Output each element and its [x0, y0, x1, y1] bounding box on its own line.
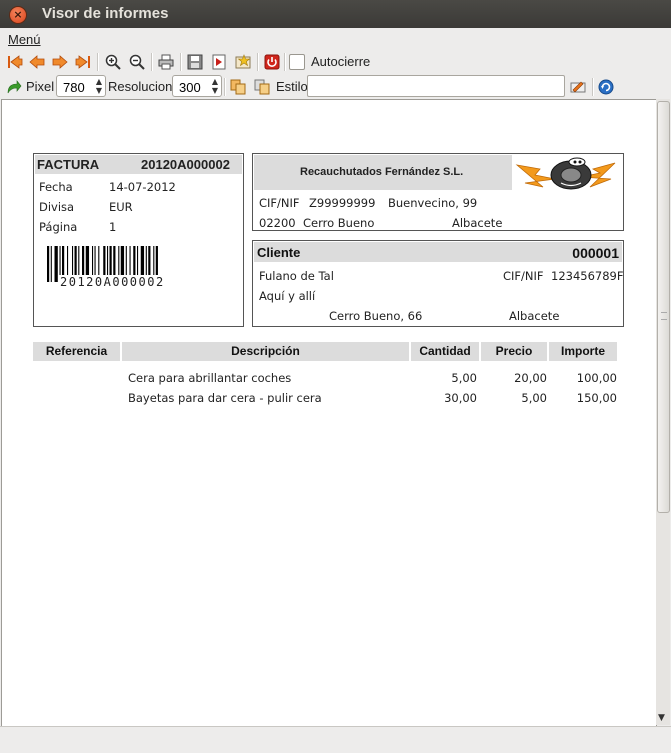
resolucion-spinner[interactable]: ▲▼	[172, 75, 222, 97]
items-table-header: Referencia Descripción Cantidad Precio I…	[33, 342, 621, 361]
cell-cantidad: 5,00	[451, 371, 477, 385]
save-icon[interactable]	[186, 53, 204, 71]
company-name-header: Recauchutados Fernández S.L.	[254, 155, 512, 190]
reload-icon[interactable]	[597, 78, 615, 96]
spinner-arrows-icon[interactable]: ▲ ▼	[212, 77, 218, 95]
cell-precio: 20,00	[514, 371, 547, 385]
client-code: 000001	[572, 245, 619, 261]
column-header-referencia: Referencia	[33, 342, 120, 361]
table-row: Bayetas para dar cera - pulir cera 30,00…	[33, 391, 621, 409]
toolbar-separator	[592, 78, 594, 96]
client-box: Cliente 000001 Fulano de Tal CIF/NIF 123…	[252, 240, 624, 327]
column-header-cantidad: Cantidad	[411, 342, 479, 361]
client-province: Albacete	[509, 309, 560, 323]
settings-toolbar: Pixel ▲▼ Resolucion ▲▼ Estilo	[0, 74, 671, 100]
column-header-precio: Precio	[481, 342, 547, 361]
client-name: Fulano de Tal	[259, 269, 334, 283]
invoice-field-label: Fecha	[39, 180, 73, 194]
menu-item-menu[interactable]: Menú	[8, 32, 41, 47]
autocierre-label: Autocierre	[311, 54, 371, 69]
spinner-arrows-icon[interactable]: ▲ ▼	[96, 77, 102, 95]
refresh-arrow-icon[interactable]	[5, 78, 23, 96]
company-cif: Z99999999	[309, 196, 376, 210]
toolbar-separator	[151, 53, 153, 71]
invoice-field-value: 1	[109, 220, 117, 234]
client-address: Aquí y allí	[259, 289, 316, 303]
estilo-input[interactable]	[307, 75, 565, 97]
barcode-text: 20120A000002	[58, 275, 167, 289]
status-bar	[0, 726, 671, 753]
estilo-label: Estilo	[276, 79, 308, 94]
title-bar: × Visor de informes	[0, 0, 671, 28]
edit-style-icon[interactable]	[569, 78, 587, 96]
column-header-importe: Importe	[549, 342, 617, 361]
company-city: Cerro Bueno	[303, 216, 375, 230]
client-header: Cliente 000001	[254, 242, 622, 262]
first-page-icon[interactable]	[6, 53, 24, 71]
company-box: Recauchutados Fernández S.L. CIF/NIF Z99…	[252, 153, 624, 231]
toolbar-separator	[180, 53, 182, 71]
company-province: Albacete	[452, 216, 503, 230]
client-title: Cliente	[257, 245, 301, 260]
export-pdf-icon[interactable]	[210, 53, 228, 71]
company-logo-tire-icon	[515, 157, 616, 190]
cell-importe: 100,00	[576, 371, 617, 385]
client-city: Cerro Bueno, 66	[329, 309, 423, 323]
invoice-field-value: EUR	[109, 200, 133, 214]
toolbar-separator	[97, 53, 99, 71]
navigation-toolbar: Autocierre	[0, 50, 671, 74]
last-page-icon[interactable]	[74, 53, 92, 71]
invoice-field-label: Divisa	[39, 200, 75, 214]
column-header-descripcion: Descripción	[122, 342, 409, 361]
cell-descripcion: Bayetas para dar cera - pulir cera	[128, 391, 322, 405]
window-title: Visor de informes	[42, 5, 169, 22]
client-cif-label: CIF/NIF	[503, 269, 544, 283]
bookmark-star-icon[interactable]	[234, 53, 252, 71]
cell-precio: 5,00	[521, 391, 547, 405]
scrollbar-thumb[interactable]	[657, 101, 670, 513]
autocierre-checkbox[interactable]	[289, 54, 305, 70]
company-cif-label: CIF/NIF	[259, 196, 300, 210]
invoice-field-label: Página	[39, 220, 78, 234]
close-window-icon[interactable]: ×	[9, 6, 27, 24]
invoice-number: 20120A000002	[141, 157, 230, 172]
client-cif: 123456789F	[551, 269, 624, 283]
copy-pages-icon[interactable]	[229, 78, 247, 96]
invoice-box: FACTURA 20120A000002 Fecha 14-07-2012 Di…	[33, 153, 244, 327]
next-page-icon[interactable]	[51, 53, 69, 71]
cell-cantidad: 30,00	[444, 391, 477, 405]
cell-importe: 150,00	[576, 391, 617, 405]
cell-descripcion: Cera para abrillantar coches	[128, 371, 292, 385]
invoice-title: FACTURA	[37, 157, 100, 172]
invoice-header: FACTURA 20120A000002	[35, 155, 242, 174]
paste-pages-icon[interactable]	[253, 78, 271, 96]
toolbar-separator	[224, 78, 226, 96]
power-off-icon[interactable]	[263, 53, 281, 71]
toolbar-separator	[257, 53, 259, 71]
previous-page-icon[interactable]	[28, 53, 46, 71]
invoice-field-value: 14-07-2012	[109, 180, 176, 194]
report-viewport[interactable]: FACTURA 20120A000002 Fecha 14-07-2012 Di…	[1, 99, 657, 727]
table-row: Cera para abrillantar coches 5,00 20,00 …	[33, 371, 621, 389]
company-address: Buenvecino, 99	[388, 196, 478, 210]
pixel-label: Pixel	[26, 79, 55, 94]
company-name: Recauchutados Fernández S.L.	[300, 166, 464, 178]
vertical-scrollbar[interactable]: ▼	[656, 99, 670, 725]
company-postal-code: 02200	[259, 216, 296, 230]
scroll-down-arrow-icon[interactable]: ▼	[658, 713, 665, 723]
toolbar-separator	[284, 53, 286, 71]
print-icon[interactable]	[157, 53, 175, 71]
resolucion-label: Resolucion	[108, 79, 173, 94]
zoom-in-icon[interactable]	[104, 53, 122, 71]
menu-bar: Menú	[0, 28, 671, 50]
zoom-out-icon[interactable]	[128, 53, 146, 71]
pixel-spinner[interactable]: ▲▼	[56, 75, 106, 97]
